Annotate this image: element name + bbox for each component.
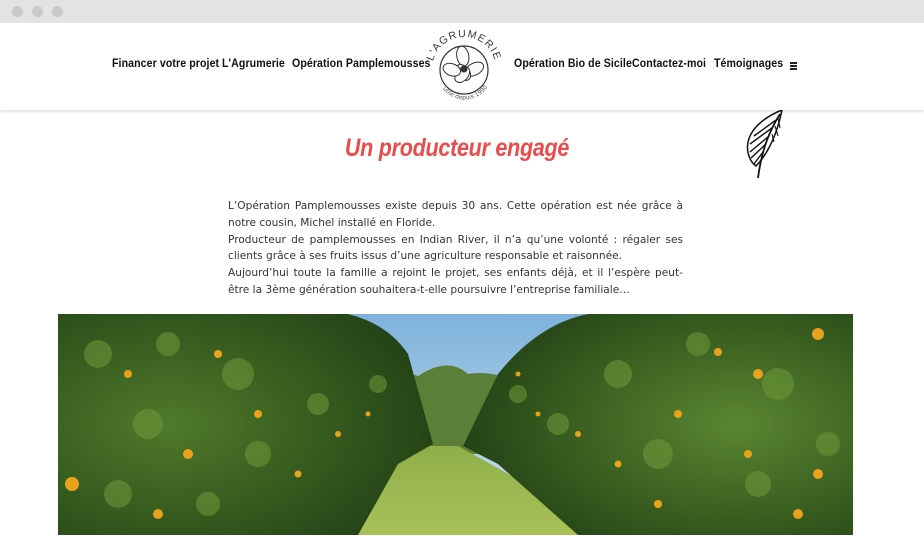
nav-temoignages[interactable]: Témoignages — [714, 58, 783, 70]
nav-operation-bio-de-sicile[interactable]: Opération Bio de Sicile — [514, 58, 632, 70]
window-close-dot[interactable] — [12, 6, 23, 17]
intro-paragraph-1: L’Opération Pamplemousses existe depuis … — [228, 200, 683, 229]
nav-financer-votre-projet[interactable]: Financer votre projet — [112, 58, 219, 70]
intro-paragraph-2: Producteur de pamplemousses en Indian Ri… — [228, 233, 683, 263]
intro-text: L’Opération Pamplemousses existe depuis … — [228, 198, 683, 299]
nav-operation-pamplemousses[interactable]: Opération Pamplemousses — [292, 58, 431, 70]
hamburger-menu-icon[interactable] — [790, 61, 798, 70]
site-logo[interactable]: L'AGRUMERIE utile depuis 1990 — [424, 25, 504, 107]
logo-tagline: utile depuis 1990 — [441, 84, 489, 102]
intro-paragraph-3: Aujourd’hui toute la famille a rejoint l… — [228, 267, 683, 296]
site-header: Financer votre projet L'Agrumerie Opérat… — [0, 23, 924, 110]
svg-text:utile depuis 1990: utile depuis 1990 — [441, 84, 489, 102]
window-maximize-dot[interactable] — [52, 6, 63, 17]
page-heading: Un producteur engagé — [344, 134, 570, 162]
orchard-photo — [58, 314, 853, 535]
window-minimize-dot[interactable] — [32, 6, 43, 17]
nav-contactez-moi[interactable]: Contactez-moi — [632, 58, 706, 70]
browser-chrome — [0, 0, 924, 23]
nav-agrumerie[interactable]: L'Agrumerie — [222, 58, 285, 70]
